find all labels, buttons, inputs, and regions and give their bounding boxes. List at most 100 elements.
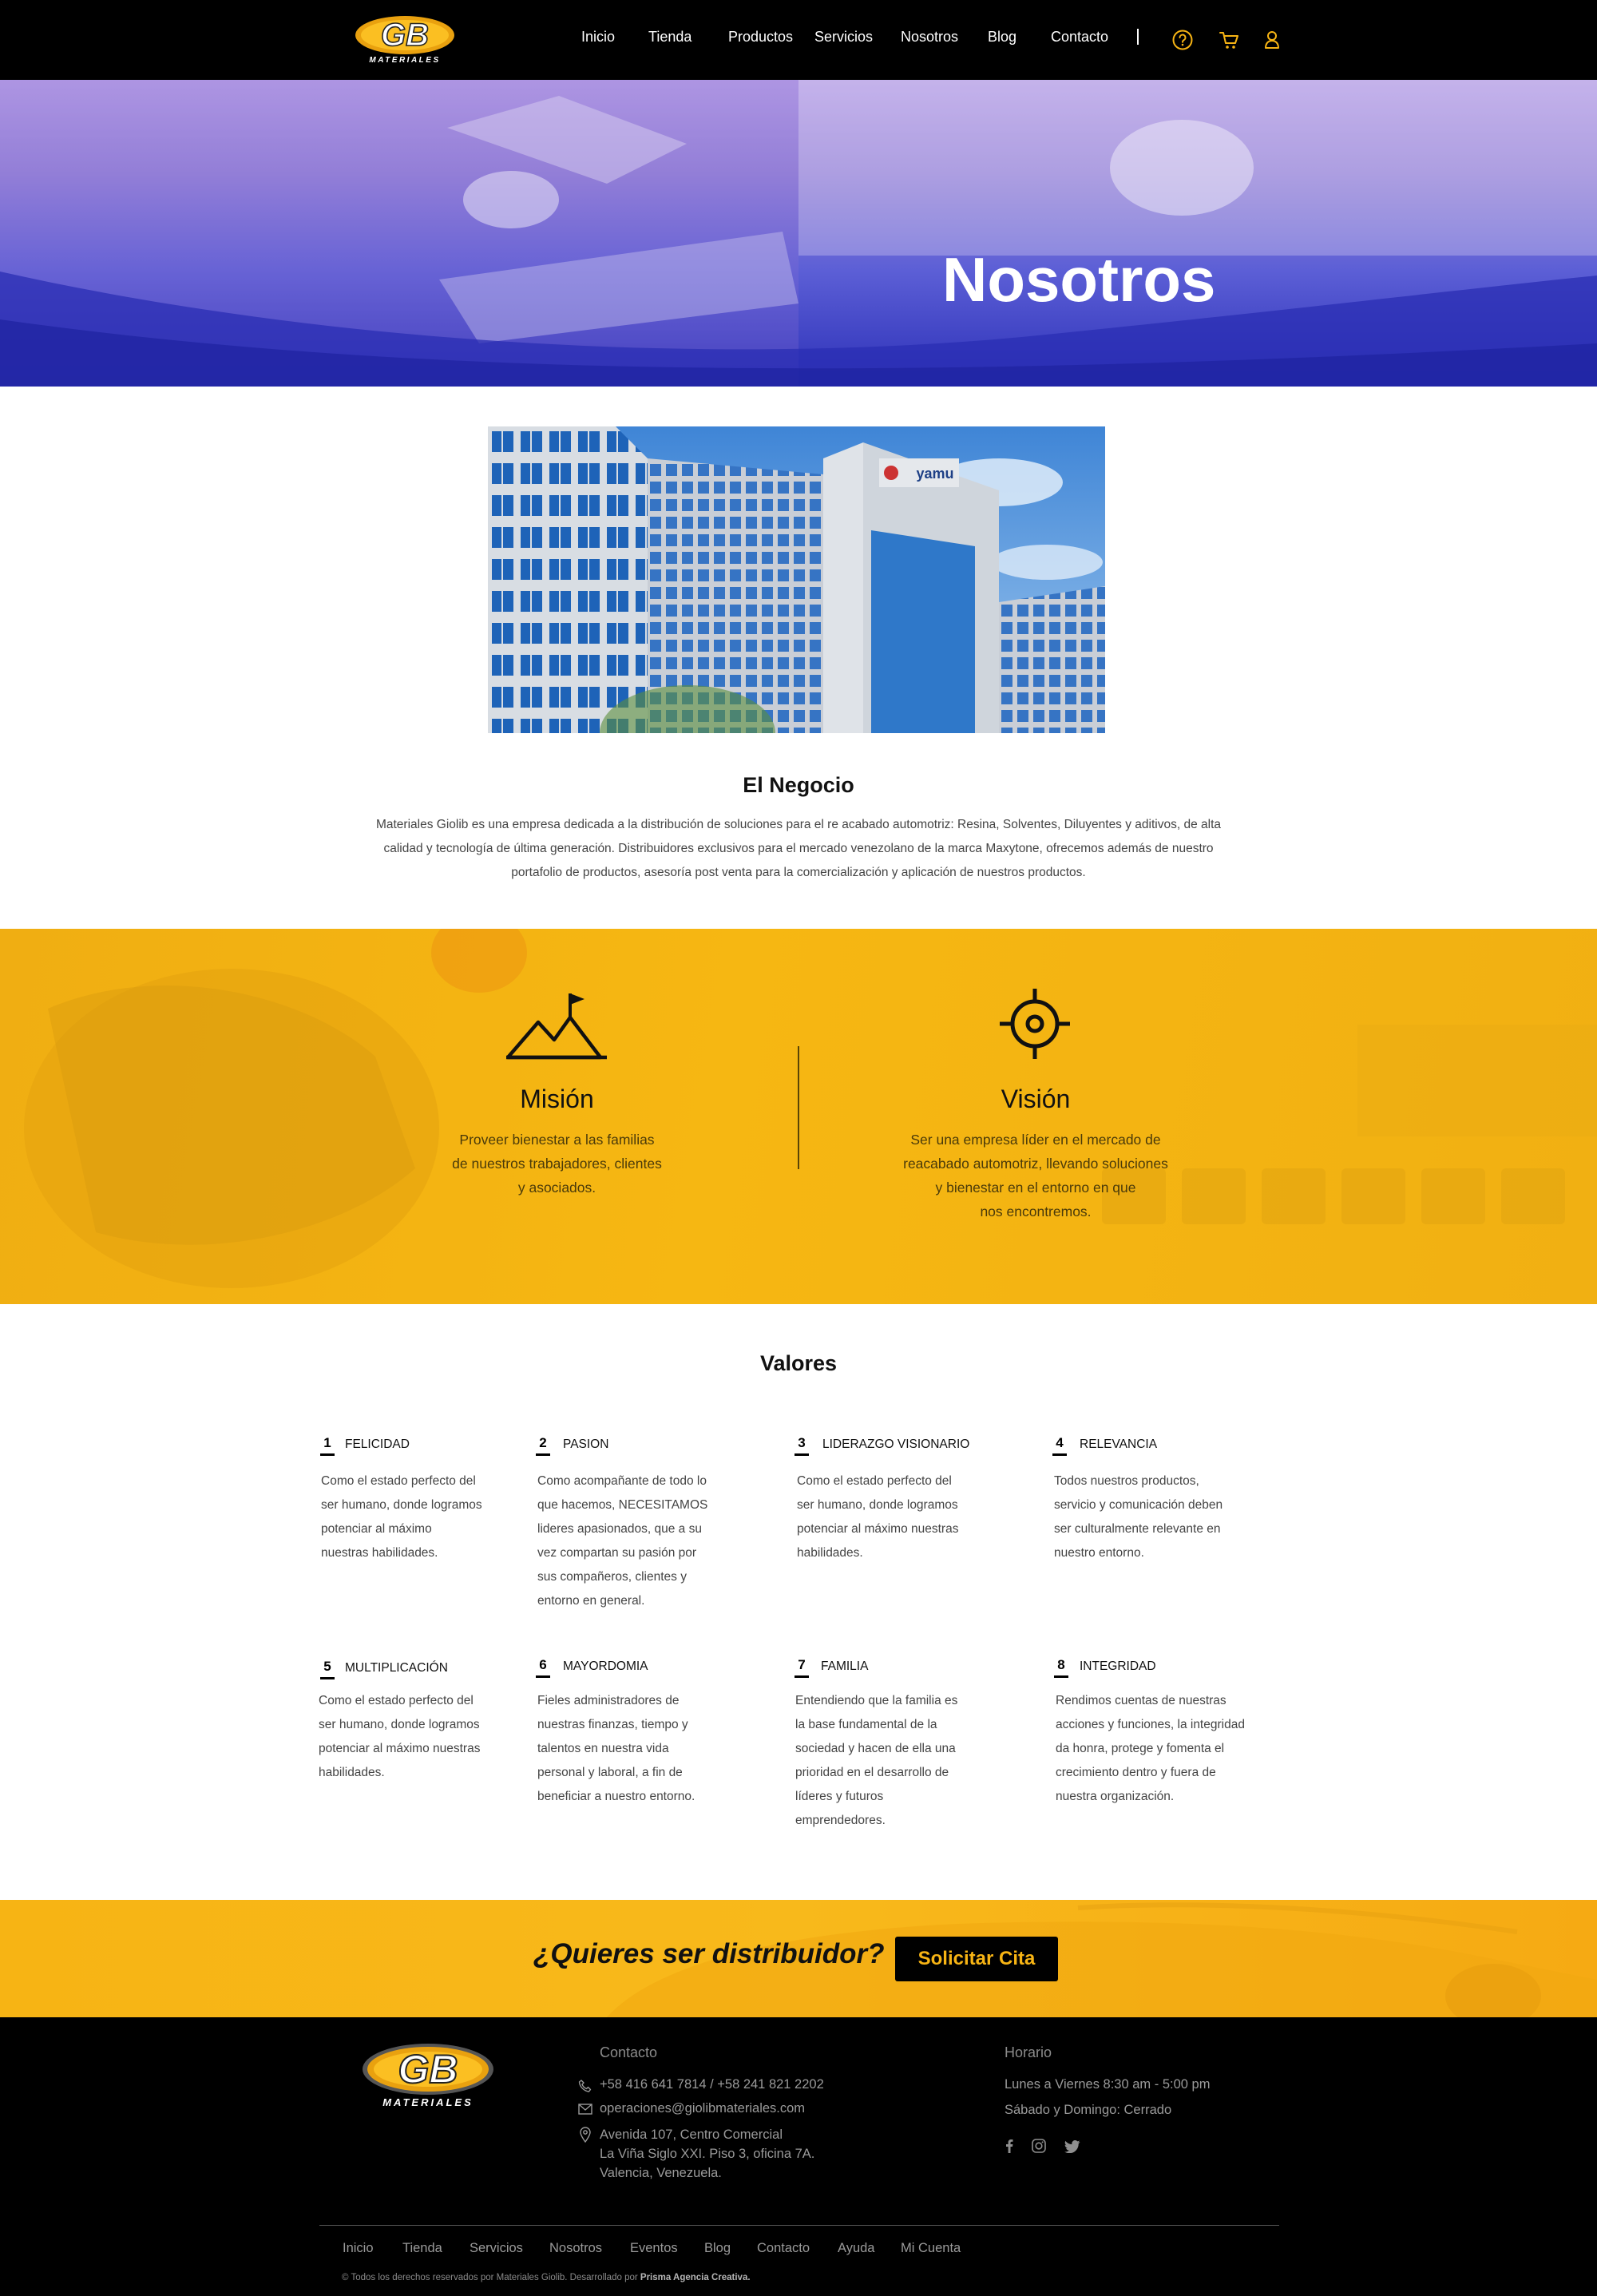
- mision-text: Proveer bienestar a las familias de nues…: [431, 1128, 683, 1200]
- user-icon[interactable]: [1261, 29, 1283, 51]
- valor-line: Fieles administradores de: [537, 1694, 680, 1707]
- mision-line: y asociados.: [517, 1180, 596, 1196]
- nav-nosotros[interactable]: Nosotros: [901, 29, 958, 46]
- distributor-question: ¿Quieres ser distribuidor?: [533, 1938, 885, 1969]
- agency-link[interactable]: Prisma Agencia Creativa.: [640, 2273, 751, 2282]
- valor-name: FELICIDAD: [345, 1437, 410, 1451]
- cart-icon[interactable]: [1218, 29, 1240, 51]
- valor-line: Todos nuestros productos,: [1054, 1474, 1199, 1488]
- top-navbar: [0, 0, 1597, 80]
- footer-logo-subtext: MATERIALES: [382, 2096, 474, 2108]
- twitter-icon[interactable]: [1064, 2140, 1080, 2153]
- valor-line: vez compartan su pasión por: [537, 1546, 697, 1560]
- footer-nav-tienda[interactable]: Tienda: [402, 2241, 442, 2256]
- valor-line: talentos en nuestra vida: [537, 1742, 669, 1755]
- location-pin-icon: [580, 2127, 591, 2143]
- valor-line: emprendedores.: [795, 1814, 886, 1827]
- valor-description: Como el estado perfecto del ser humano, …: [797, 1469, 997, 1565]
- facebook-icon[interactable]: [1005, 2139, 1013, 2153]
- valor-name: LIDERAZGO VISIONARIO: [822, 1437, 970, 1451]
- valor-line: ser humano, donde logramos: [797, 1498, 958, 1512]
- footer-hours-weekdays: Lunes a Viernes 8:30 am - 5:00 pm: [1005, 2077, 1211, 2092]
- footer-contact-title: Contacto: [600, 2044, 658, 2060]
- footer-hours-title: Horario: [1005, 2044, 1052, 2060]
- footer-divider: [319, 2225, 1279, 2226]
- valor-number: 7: [795, 1657, 809, 1678]
- valor-line: ser humano, donde logramos: [319, 1718, 480, 1731]
- footer-nav-contacto[interactable]: Contacto: [757, 2241, 810, 2256]
- valor-line: potenciar al máximo nuestras: [319, 1742, 481, 1755]
- valor-line: prioridad en el desarrollo de: [795, 1766, 949, 1779]
- nav-servicios[interactable]: Servicios: [814, 29, 873, 46]
- valor-line: ser humano, donde logramos: [321, 1498, 482, 1512]
- vision-title: Visión: [1001, 1085, 1071, 1113]
- valor-description: Como el estado perfecto del ser humano, …: [321, 1469, 513, 1565]
- valor-number: 2: [536, 1435, 550, 1456]
- footer-nav-inicio[interactable]: Inicio: [343, 2241, 374, 2256]
- footer-nav-mi-cuenta[interactable]: Mi Cuenta: [901, 2241, 961, 2256]
- negocio-description: Materiales Giolib es una empresa dedicad…: [375, 818, 1222, 879]
- footer-address-line: La Viña Siglo XXI. Piso 3, oficina 7A.: [600, 2147, 815, 2161]
- valor-line: Como el estado perfecto del: [321, 1474, 476, 1488]
- footer-address-line: Avenida 107, Centro Comercial: [600, 2127, 783, 2142]
- help-icon[interactable]: [1171, 29, 1194, 51]
- footer-nav-servicios[interactable]: Servicios: [470, 2241, 523, 2256]
- vision-line: reacabado automotriz, llevando solucione…: [903, 1156, 1168, 1172]
- brand-logo[interactable]: GB MATERIALES: [355, 14, 460, 66]
- mision-vision-divider: [798, 1046, 799, 1169]
- nav-productos[interactable]: Productos: [728, 29, 793, 46]
- valor-line: nuestras habilidades.: [321, 1546, 438, 1560]
- valor-line: lideres apasionados, que a su: [537, 1522, 702, 1536]
- mision-line: de nuestros trabajadores, clientes: [452, 1156, 662, 1172]
- valor-line: Como el estado perfecto del: [797, 1474, 952, 1488]
- nav-tienda[interactable]: Tienda: [648, 29, 692, 46]
- valor-line: crecimiento dentro y fuera de: [1056, 1766, 1216, 1779]
- valor-name: INTEGRIDAD: [1080, 1660, 1156, 1673]
- vision-line: y bienestar en el entorno en que: [935, 1180, 1136, 1196]
- request-appointment-button[interactable]: Solicitar Cita: [895, 1937, 1058, 1981]
- valor-line: que hacemos, NECESITAMOS: [537, 1498, 708, 1512]
- valor-line: habilidades.: [797, 1546, 863, 1560]
- copyright-notice: © Todos los derechos reservados por Mate…: [342, 2273, 638, 2282]
- footer-nav-blog[interactable]: Blog: [704, 2241, 731, 2256]
- valor-line: Entendiendo que la familia es: [795, 1694, 958, 1707]
- instagram-icon[interactable]: [1032, 2139, 1046, 2153]
- valor-line: da honra, protege y fomenta el: [1056, 1742, 1225, 1755]
- footer-email[interactable]: operaciones@giolibmateriales.com: [600, 2101, 805, 2116]
- valor-number: 6: [536, 1657, 550, 1678]
- valor-line: líderes y futuros: [795, 1790, 884, 1803]
- phone-icon: [578, 2080, 592, 2092]
- footer-address-line: Valencia, Venezuela.: [600, 2166, 722, 2180]
- target-icon: [1000, 989, 1070, 1059]
- footer-logo-mark: GB: [398, 2047, 458, 2092]
- footer-address: Avenida 107, Centro Comercial La Viña Si…: [600, 2125, 814, 2183]
- valores-title: Valores: [759, 1351, 838, 1375]
- valor-line: Rendimos cuentas de nuestras: [1056, 1694, 1226, 1707]
- valor-line: beneficiar a nuestro entorno.: [537, 1790, 695, 1803]
- copyright-text: © Todos los derechos reservados por Mate…: [342, 2273, 751, 2282]
- valor-description: Entendiendo que la familia es la base fu…: [795, 1689, 995, 1833]
- nav-inicio[interactable]: Inicio: [581, 29, 615, 46]
- footer-nav-eventos[interactable]: Eventos: [630, 2241, 678, 2256]
- valor-number: 3: [795, 1435, 809, 1456]
- valor-number: 8: [1054, 1657, 1068, 1678]
- footer-phone[interactable]: +58 416 641 7814 / +58 241 821 2202: [600, 2077, 824, 2092]
- valor-number: 5: [320, 1659, 335, 1679]
- building-photo: yamu: [488, 426, 1105, 733]
- footer-brand-logo[interactable]: GB MATERIALES: [361, 2042, 495, 2109]
- valor-number: 4: [1052, 1435, 1067, 1456]
- footer-nav-ayuda[interactable]: Ayuda: [838, 2241, 875, 2256]
- logo-subtext: MATERIALES: [369, 56, 440, 65]
- valor-line: nuestro entorno.: [1054, 1546, 1144, 1560]
- nav-blog[interactable]: Blog: [988, 29, 1016, 46]
- mision-title: Misión: [520, 1085, 594, 1113]
- valor-line: Como el estado perfecto del: [319, 1694, 474, 1707]
- valor-line: nuestras finanzas, tiempo y: [537, 1718, 688, 1731]
- nav-contacto[interactable]: Contacto: [1051, 29, 1108, 46]
- nav-separator: [1137, 29, 1139, 45]
- email-icon: [578, 2104, 592, 2115]
- footer-nav-nosotros[interactable]: Nosotros: [549, 2241, 602, 2256]
- valor-line: acciones y funciones, la integridad: [1056, 1718, 1245, 1731]
- hero-title: Nosotros: [942, 244, 1216, 315]
- valor-line: potenciar al máximo: [321, 1522, 432, 1536]
